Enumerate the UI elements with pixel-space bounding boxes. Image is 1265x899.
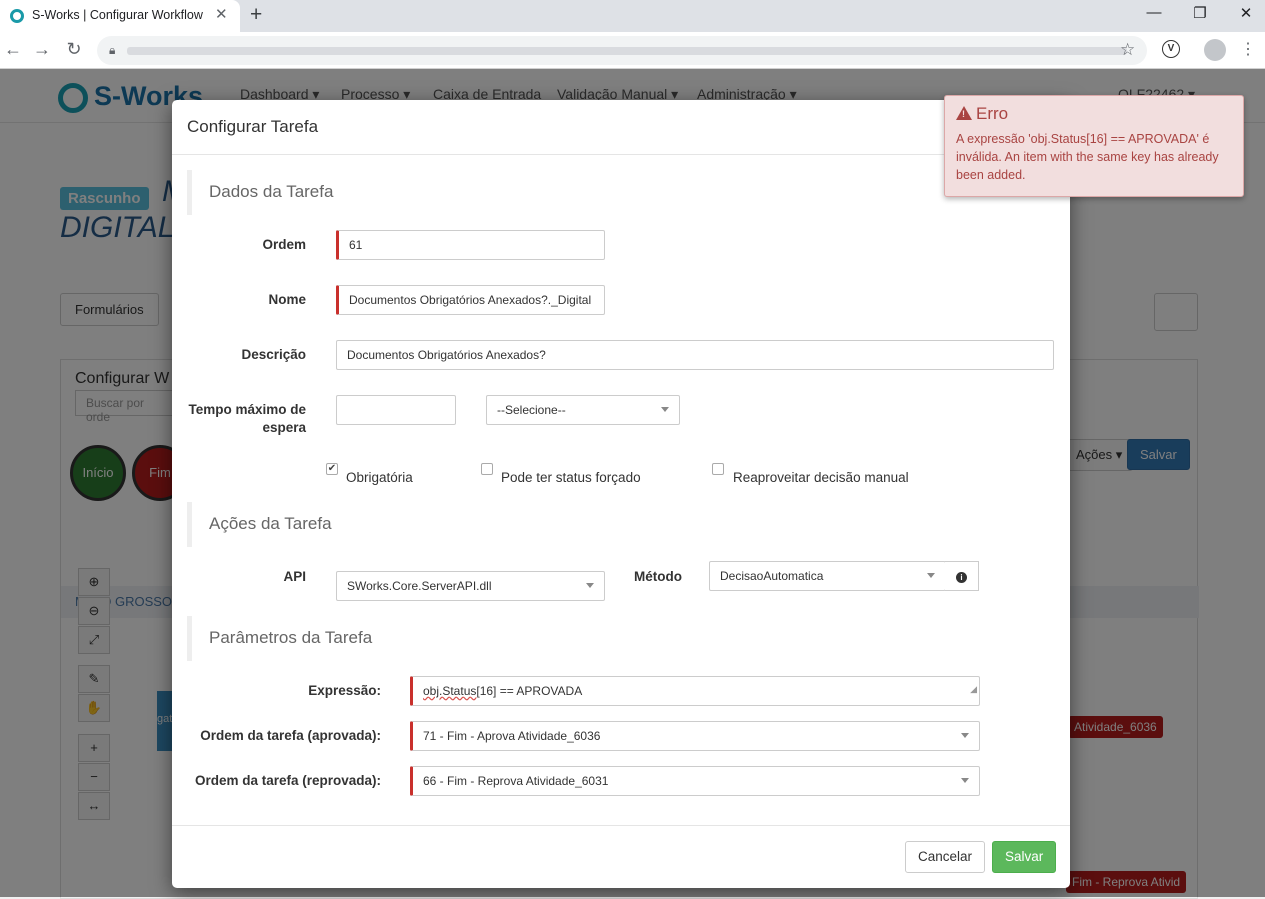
restore-button[interactable]: ❐ <box>1190 4 1210 22</box>
api-select[interactable]: SWorks.Core.ServerAPI.dll <box>336 571 605 601</box>
modal-footer: Cancelar Salvar <box>172 825 1070 888</box>
resize-grip-icon[interactable]: ◢ <box>970 675 977 703</box>
modal-header: Configurar Tarefa <box>172 100 1070 155</box>
save-button[interactable]: Salvar <box>992 841 1057 873</box>
rejected-order-label: Ordem da tarefa (reprovada): <box>194 773 381 788</box>
browser-toolbar: ← → ↻ 🔒︎ ☆ V ⋮ <box>0 32 1265 69</box>
max-wait-label: Tempo máximo de <box>188 402 306 417</box>
browser-menu-icon[interactable]: ⋮ <box>1240 39 1256 59</box>
url-text-redacted <box>127 47 1127 55</box>
expression-value-object: obj.Status <box>423 684 477 698</box>
toast-message: A expressão 'obj.Status[16] == APROVADA'… <box>956 132 1219 182</box>
forced-status-checkbox[interactable] <box>481 463 493 475</box>
required-checkbox[interactable]: ✔ <box>326 463 338 475</box>
tab-title: S-Works | Configurar Workflow <box>32 8 203 22</box>
max-wait-input[interactable] <box>336 395 456 425</box>
browser-tab[interactable]: S-Works | Configurar Workflow ✕ <box>0 0 240 32</box>
wait-unit-select[interactable]: --Selecione-- <box>486 395 680 425</box>
configure-task-modal: Configurar Tarefa Dados da Tarefa Ordem … <box>172 100 1070 888</box>
name-input[interactable]: Documentos Obrigatórios Anexados?._Digit… <box>336 285 605 315</box>
back-icon[interactable]: ← <box>2 39 24 60</box>
api-value: SWorks.Core.ServerAPI.dll <box>347 579 492 593</box>
error-toast[interactable]: ! Erro A expressão 'obj.Status[16] == APR… <box>944 95 1244 197</box>
tab-close-icon[interactable]: ✕ <box>215 5 228 23</box>
order-label: Ordem <box>262 237 306 252</box>
section-task-params: Parâmetros da Tarefa <box>187 616 372 661</box>
approved-order-select[interactable]: 71 - Fim - Aprova Atividade_6036 <box>410 721 980 751</box>
expression-label: Expressão: <box>308 683 381 698</box>
new-tab-button[interactable]: + <box>250 3 262 27</box>
expression-value-rest: [16] == APROVADA <box>476 684 583 698</box>
toast-title-row: ! Erro <box>956 104 1232 124</box>
lock-icon: 🔒︎ <box>109 43 116 57</box>
extension-icon[interactable]: V <box>1162 40 1180 58</box>
description-label: Descrição <box>241 347 306 362</box>
method-info-button[interactable]: i <box>945 561 979 591</box>
approved-order-label: Ordem da tarefa (aprovada): <box>200 728 381 743</box>
chevron-down-icon <box>661 407 669 412</box>
section-task-data: Dados da Tarefa <box>187 170 333 215</box>
chevron-down-icon <box>586 583 594 588</box>
chevron-down-icon <box>927 573 935 578</box>
description-input[interactable]: Documentos Obrigatórios Anexados? <box>336 340 1054 370</box>
browser-tabstrip: S-Works | Configurar Workflow ✕ + — ❐ ✕ <box>0 0 1265 32</box>
chevron-down-icon <box>961 778 969 783</box>
method-label: Método <box>634 569 682 584</box>
name-label: Nome <box>268 292 306 307</box>
favicon-icon <box>10 9 24 23</box>
section-task-actions: Ações da Tarefa <box>187 502 332 547</box>
modal-title: Configurar Tarefa <box>187 117 319 136</box>
order-input[interactable]: 61 <box>336 230 605 260</box>
info-icon: i <box>956 572 967 583</box>
profile-avatar-icon[interactable] <box>1204 39 1226 61</box>
required-label: Obrigatória <box>346 470 413 485</box>
reuse-decision-checkbox[interactable] <box>712 463 724 475</box>
reuse-decision-label: Reaproveitar decisão manual <box>733 470 909 485</box>
chevron-down-icon <box>961 733 969 738</box>
method-value: DecisaoAutomatica <box>720 569 824 583</box>
minimize-button[interactable]: — <box>1144 4 1164 21</box>
cancel-button[interactable]: Cancelar <box>905 841 986 873</box>
expression-textarea[interactable]: obj.Status[16] == APROVADA ◢ <box>410 676 980 706</box>
toast-title: Erro <box>976 104 1009 123</box>
api-label: API <box>283 569 306 584</box>
forward-icon[interactable]: → <box>31 39 53 60</box>
address-bar[interactable]: 🔒︎ ☆ <box>97 36 1147 65</box>
rejected-order-select[interactable]: 66 - Fim - Reprova Atividade_6031 <box>410 766 980 796</box>
approved-order-value: 71 - Fim - Aprova Atividade_6036 <box>423 729 601 743</box>
wait-unit-value: --Selecione-- <box>497 403 566 417</box>
window-close-button[interactable]: ✕ <box>1236 4 1256 22</box>
bookmark-star-icon[interactable]: ☆ <box>1120 40 1135 60</box>
forced-status-label: Pode ter status forçado <box>501 470 641 485</box>
reload-icon[interactable]: ↻ <box>63 39 85 60</box>
warning-icon: ! <box>956 106 972 120</box>
max-wait-label-2: espera <box>262 420 306 435</box>
method-select[interactable]: DecisaoAutomatica <box>709 561 946 591</box>
rejected-order-value: 66 - Fim - Reprova Atividade_6031 <box>423 774 609 788</box>
